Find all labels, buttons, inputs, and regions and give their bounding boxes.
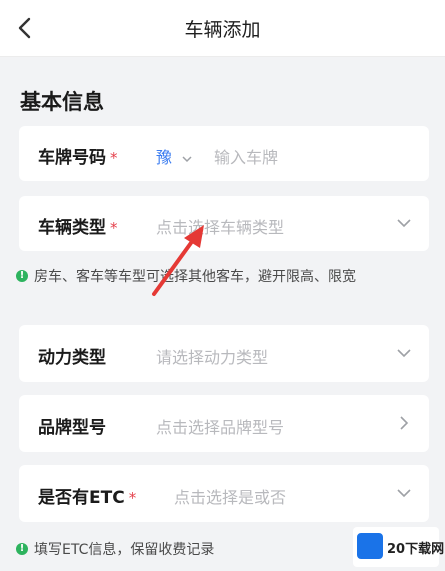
plate-number-row[interactable]: 车牌号码 * 豫 输入车牌 xyxy=(19,126,429,181)
plate-input[interactable]: 输入车牌 xyxy=(214,144,278,168)
etc-select[interactable]: 点击选择是或否 xyxy=(174,484,286,508)
brand-model-select[interactable]: 点击选择品牌型号 xyxy=(156,414,284,438)
pointer-arrow-icon xyxy=(152,225,204,296)
section-title: 基本信息 xyxy=(20,90,104,114)
vehicle-type-label: 车辆类型 * xyxy=(38,218,118,238)
etc-label: 是否有ETC * xyxy=(38,488,137,508)
watermark-text: 20下载网 xyxy=(387,542,445,557)
power-type-row[interactable]: 动力类型 请选择动力类型 xyxy=(19,325,429,382)
tip-text: 填写ETC信息，保留收费记录 xyxy=(34,542,215,558)
vehicle-type-tip: ! 房车、客车等车型可选择其他客车，避开限高、限宽 xyxy=(16,266,428,288)
info-icon: ! xyxy=(16,270,28,282)
watermark-badge: 20下载网 xyxy=(353,527,444,567)
page-title: 车辆添加 xyxy=(184,19,261,41)
plate-number-label: 车牌号码 * xyxy=(38,148,118,168)
etc-row[interactable]: 是否有ETC * 点击选择是或否 xyxy=(19,465,429,522)
chevron-down-icon xyxy=(182,155,192,162)
chevron-down-icon xyxy=(397,219,411,228)
watermark-logo-icon xyxy=(357,533,383,559)
chevron-down-icon xyxy=(397,349,411,358)
chevron-right-icon xyxy=(400,416,409,430)
top-bar: 车辆添加 xyxy=(0,0,445,57)
brand-model-row[interactable]: 品牌型号 点击选择品牌型号 xyxy=(19,395,429,452)
power-type-label: 动力类型 xyxy=(38,348,106,368)
chevron-down-icon xyxy=(397,489,411,498)
required-mark: * xyxy=(128,489,137,507)
power-type-select[interactable]: 请选择动力类型 xyxy=(156,344,268,368)
brand-model-label: 品牌型号 xyxy=(38,418,106,438)
info-icon: ! xyxy=(16,543,28,555)
required-mark: * xyxy=(110,149,118,167)
required-mark: * xyxy=(110,219,118,237)
vehicle-type-row[interactable]: 车辆类型 * 点击选择车辆类型 xyxy=(19,196,429,251)
province-value: 豫 xyxy=(156,148,173,167)
province-select[interactable]: 豫 xyxy=(156,144,193,168)
